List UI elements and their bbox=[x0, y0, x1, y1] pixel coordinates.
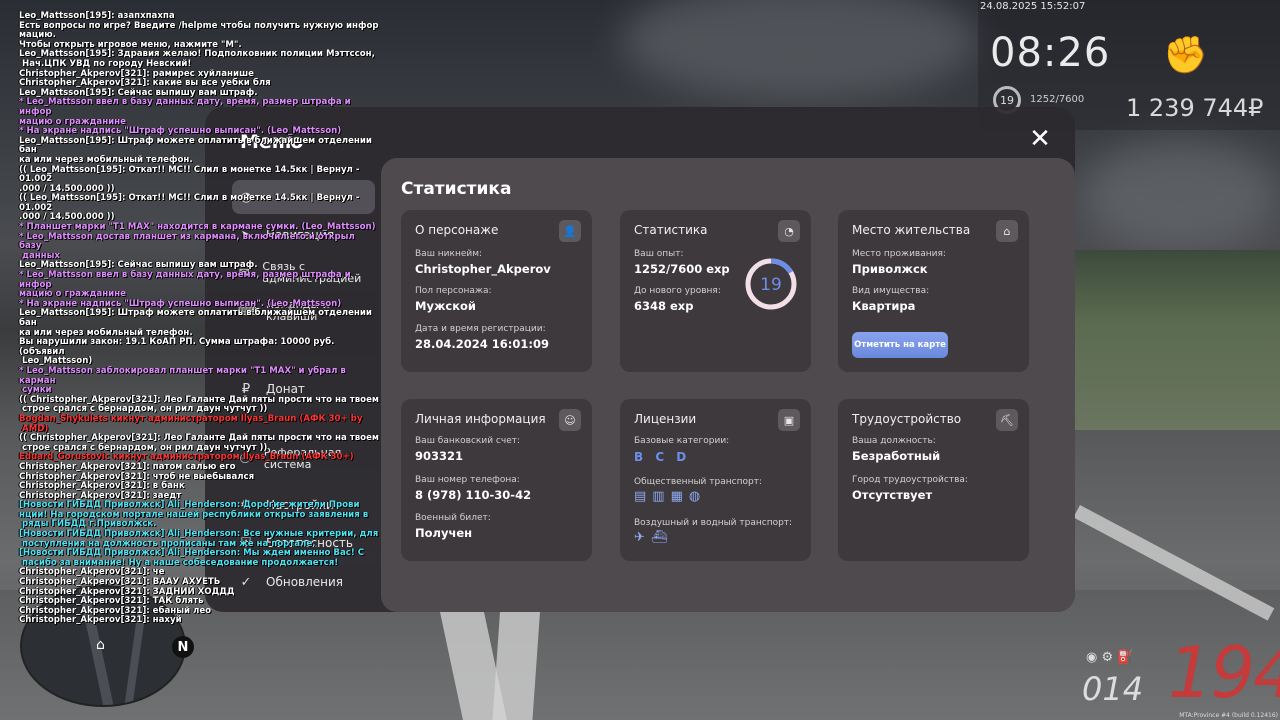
reg-value: 28.04.2024 16:01:09 bbox=[415, 337, 549, 351]
base-categories-label: Базовые категории: bbox=[634, 436, 730, 446]
hud-money: 1 239 744₽ bbox=[1126, 94, 1264, 122]
card-job: Трудоустройство ⛏ Ваша должность: Безраб… bbox=[838, 399, 1029, 561]
position-value: Безработный bbox=[852, 449, 941, 463]
hud-level: 19 bbox=[1000, 93, 1014, 107]
military-value: Получен bbox=[415, 526, 473, 540]
property-value: Квартира bbox=[852, 299, 916, 313]
chat-line: Вы нарушили закон: 19.1 КоАП РП. Сумма ш… bbox=[19, 337, 338, 357]
public-transport-icons: ▤▥▦◍ bbox=[634, 489, 706, 504]
level-progress-ring: 19 bbox=[745, 258, 797, 310]
hud-clock: 08:26 bbox=[990, 30, 1111, 76]
chat-line: Leo_Mattsson[195]: Штраф можете оплатить… bbox=[19, 135, 375, 156]
property-label: Вид имущества: bbox=[852, 286, 930, 296]
public-transport-label: Общественный транспорт: bbox=[634, 477, 762, 487]
license-icon: ▣ bbox=[778, 409, 800, 431]
home-icon: ⌂ bbox=[996, 220, 1018, 242]
bank-label: Ваш банковский счет: bbox=[415, 436, 521, 446]
fuel-readout: 014 bbox=[1082, 670, 1144, 708]
build-info: MTA:Province #4 (build 0.12416) bbox=[1179, 712, 1278, 719]
close-icon[interactable]: ✕ bbox=[1028, 126, 1052, 152]
position-label: Ваша должность: bbox=[852, 436, 936, 446]
vehicle-status-icons: ◉ ⚙ ⛽ bbox=[1086, 650, 1134, 665]
chat-line: * Leo_Mattsson заблокировал планшет марк… bbox=[19, 365, 349, 386]
pie-chart-icon: ◔ bbox=[778, 220, 800, 242]
card-title: Лицензии bbox=[634, 412, 697, 426]
chat-line: Bogdan_Shykulets кикнут администратором … bbox=[19, 413, 363, 424]
chat-line: (( Leo_Mattsson[195]: Откат!! МС!! Слил … bbox=[19, 164, 363, 185]
base-categories-value: B C D bbox=[634, 450, 691, 464]
user-icon: 👤 bbox=[559, 220, 581, 242]
exp-label: Ваш опыт: bbox=[634, 249, 684, 259]
residence-value: Приволжск bbox=[852, 262, 928, 276]
player-marker-icon: ⌂ bbox=[96, 637, 105, 653]
reg-label: Дата и время регистрации: bbox=[415, 324, 546, 334]
fist-icon: ✊ bbox=[1163, 35, 1208, 76]
tram-icon: ▦ bbox=[670, 489, 689, 504]
card-title: Статистика bbox=[634, 223, 708, 237]
card-title: Личная информация bbox=[415, 412, 546, 426]
air-water-transport-label: Воздушный и водный транспорт: bbox=[634, 518, 793, 528]
boat-icon: ⛴ bbox=[650, 530, 674, 545]
next-level-value: 6348 exp bbox=[634, 299, 694, 313]
residence-label: Место проживания: bbox=[852, 249, 946, 259]
card-residence: Место жительства ⌂ Место проживания: При… bbox=[838, 210, 1029, 372]
nickname-value: Christopher_Akperov bbox=[415, 262, 551, 276]
chat-line: (( Leo_Mattsson[195]: Откат!! МС!! Слил … bbox=[19, 193, 363, 213]
cloud bbox=[1080, 140, 1280, 250]
gender-value: Мужской bbox=[415, 299, 476, 313]
gender-label: Пол персонажа: bbox=[415, 286, 492, 296]
cloud bbox=[620, 0, 980, 100]
next-level-label: До нового уровня: bbox=[634, 286, 721, 296]
job-city-label: Город трудоустройства: bbox=[852, 475, 968, 485]
plane-icon: ✈ bbox=[634, 530, 651, 545]
hills-scenery bbox=[1075, 250, 1280, 430]
speed-readout: 194 bbox=[1168, 632, 1280, 714]
stats-title: Статистика bbox=[401, 179, 512, 199]
exp-value: 1252/7600 exp bbox=[634, 262, 730, 276]
bank-value: 903321 bbox=[415, 449, 464, 463]
card-personal: О персонаже 👤 Ваш никнейм: Christopher_A… bbox=[401, 210, 592, 372]
hud-datetime: 24.08.2025 15:52:07 bbox=[980, 1, 1086, 12]
chat-line: Есть вопросы по игре? Введите /helpme чт… bbox=[19, 20, 379, 31]
face-icon: ☺ bbox=[559, 409, 581, 431]
bus-icon: ▤ bbox=[634, 489, 653, 504]
mark-on-map-button[interactable]: Отметить на карте bbox=[852, 332, 948, 358]
chat-line: Leo_Mattsson[195]: Штраф можете оплатить… bbox=[19, 308, 375, 328]
chat-line: * Leo_Mattsson ввел в базу данных дату, … bbox=[19, 270, 354, 290]
chat-line: * Leo_Mattsson достав планшет из кармана… bbox=[19, 231, 358, 252]
chat-log: Leo_Mattsson[195]: азапхпахпа Есть вопрос… bbox=[19, 11, 379, 626]
nickname-label: Ваш никнейм: bbox=[415, 249, 483, 259]
card-title: Место жительства bbox=[852, 223, 971, 237]
metro-icon: ◍ bbox=[688, 489, 707, 504]
card-licenses: Лицензии ▣ Базовые категории: B C D Обще… bbox=[620, 399, 811, 561]
military-label: Военный билет: bbox=[415, 513, 491, 523]
card-title: Трудоустройство bbox=[852, 412, 962, 426]
pickaxe-icon: ⛏ bbox=[996, 409, 1018, 431]
chat-line: Christopher_Akperov[321]: нахуй bbox=[19, 615, 182, 626]
hud-exp: 1252/7600 bbox=[1030, 94, 1085, 105]
job-city-value: Отсутствует bbox=[852, 488, 933, 502]
north-indicator-icon: N bbox=[172, 636, 194, 658]
trolleybus-icon: ▥ bbox=[652, 489, 671, 504]
phone-value: 8 (978) 110-30-42 bbox=[415, 488, 532, 502]
air-water-transport-icons: ✈⛴ bbox=[634, 530, 673, 545]
level-value: 19 bbox=[760, 275, 782, 295]
card-personal-info: Личная информация ☺ Ваш банковский счет:… bbox=[401, 399, 592, 561]
phone-label: Ваш номер телефона: bbox=[415, 475, 520, 485]
chat-line: * Leo_Mattsson ввел в базу данных дату, … bbox=[19, 97, 354, 117]
card-title: О персонаже bbox=[415, 223, 499, 237]
card-experience: Статистика ◔ Ваш опыт: 1252/7600 exp До … bbox=[620, 210, 811, 372]
road-marking bbox=[490, 612, 540, 720]
